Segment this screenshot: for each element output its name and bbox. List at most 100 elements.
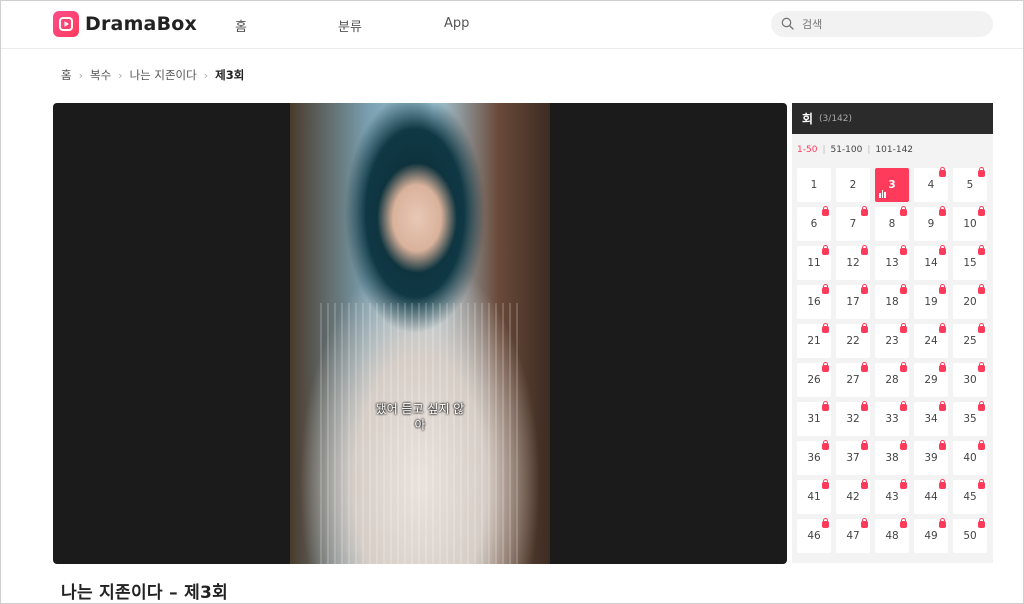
- episode-button[interactable]: 24: [914, 323, 948, 358]
- search-input[interactable]: [802, 17, 972, 31]
- episode-button[interactable]: 6: [797, 206, 831, 241]
- nav-app[interactable]: App: [444, 16, 469, 31]
- episode-number: 48: [885, 530, 899, 542]
- range-divider: |: [867, 145, 871, 155]
- breadcrumb-home[interactable]: 홈: [61, 67, 72, 83]
- lock-icon: [978, 518, 985, 528]
- episode-button[interactable]: 44: [914, 479, 948, 514]
- lock-icon: [861, 401, 868, 411]
- episode-button[interactable]: 12: [836, 245, 870, 280]
- search-box[interactable]: [771, 11, 993, 37]
- episode-number: 24: [924, 335, 938, 347]
- range-tab-1-50[interactable]: 1-50: [797, 145, 817, 155]
- episode-button[interactable]: 15: [953, 245, 987, 280]
- lock-icon: [939, 362, 946, 372]
- brand-logo[interactable]: DramaBox: [53, 11, 197, 37]
- episode-button[interactable]: 41: [797, 479, 831, 514]
- brand-name: DramaBox: [85, 13, 197, 35]
- episode-button[interactable]: 22: [836, 323, 870, 358]
- episode-button[interactable]: 29: [914, 362, 948, 397]
- episode-button[interactable]: 23: [875, 323, 909, 358]
- episode-number: 41: [807, 491, 821, 503]
- episode-button[interactable]: 10: [953, 206, 987, 241]
- range-tab-51-100[interactable]: 51-100: [830, 145, 862, 155]
- episode-button-current[interactable]: 3: [875, 168, 909, 202]
- episode-button[interactable]: 28: [875, 362, 909, 397]
- episode-button[interactable]: 11: [797, 245, 831, 280]
- episode-button[interactable]: 43: [875, 479, 909, 514]
- lock-icon: [822, 284, 829, 294]
- range-tab-101-142[interactable]: 101-142: [875, 145, 913, 155]
- lock-icon: [978, 245, 985, 255]
- episode-button[interactable]: 31: [797, 401, 831, 436]
- episode-panel-header: 회 (3/142): [792, 103, 993, 134]
- episode-button[interactable]: 17: [836, 284, 870, 319]
- episode-button[interactable]: 45: [953, 479, 987, 514]
- episode-button[interactable]: 47: [836, 518, 870, 553]
- lock-icon: [822, 362, 829, 372]
- video-frame[interactable]: 됐어 듣고 싶지 않 아: [290, 103, 550, 564]
- episode-count: (3/142): [819, 113, 853, 124]
- nav-home[interactable]: 홈: [235, 16, 247, 35]
- episode-number: 30: [963, 374, 977, 386]
- episode-button[interactable]: 48: [875, 518, 909, 553]
- episode-button[interactable]: 13: [875, 245, 909, 280]
- episode-button[interactable]: 35: [953, 401, 987, 436]
- video-player[interactable]: 됐어 듣고 싶지 않 아: [53, 103, 787, 564]
- episode-button[interactable]: 7: [836, 206, 870, 241]
- episode-number: 28: [885, 374, 899, 386]
- episode-number: 47: [846, 530, 860, 542]
- chevron-right-icon: ›: [203, 68, 209, 82]
- episode-number: 29: [924, 374, 938, 386]
- episode-number: 35: [963, 413, 977, 425]
- episode-button[interactable]: 19: [914, 284, 948, 319]
- episode-number: 43: [885, 491, 899, 503]
- episode-number: 23: [885, 335, 899, 347]
- episode-number: 38: [885, 452, 899, 464]
- search-icon[interactable]: [781, 15, 794, 34]
- lock-icon: [939, 167, 946, 177]
- episode-button[interactable]: 40: [953, 440, 987, 475]
- episode-button[interactable]: 49: [914, 518, 948, 553]
- episode-number: 46: [807, 530, 821, 542]
- episode-button[interactable]: 42: [836, 479, 870, 514]
- episode-button[interactable]: 30: [953, 362, 987, 397]
- episode-number: 11: [807, 257, 821, 269]
- episode-button[interactable]: 18: [875, 284, 909, 319]
- lock-icon: [822, 518, 829, 528]
- episode-number: 33: [885, 413, 899, 425]
- lock-icon: [900, 323, 907, 333]
- episode-button[interactable]: 27: [836, 362, 870, 397]
- episode-number: 32: [846, 413, 860, 425]
- episode-button[interactable]: 2: [836, 168, 870, 202]
- episode-button[interactable]: 34: [914, 401, 948, 436]
- episode-button[interactable]: 38: [875, 440, 909, 475]
- episode-button[interactable]: 8: [875, 206, 909, 241]
- episode-number: 39: [924, 452, 938, 464]
- episode-button[interactable]: 20: [953, 284, 987, 319]
- episode-number: 40: [963, 452, 977, 464]
- episode-button[interactable]: 36: [797, 440, 831, 475]
- episode-button[interactable]: 1: [797, 168, 831, 202]
- episode-button[interactable]: 4: [914, 167, 948, 202]
- episode-button[interactable]: 16: [797, 284, 831, 319]
- nav-category[interactable]: 분류: [338, 16, 362, 35]
- episode-button[interactable]: 26: [797, 362, 831, 397]
- lock-icon: [939, 323, 946, 333]
- episode-button[interactable]: 14: [914, 245, 948, 280]
- episode-button[interactable]: 50: [953, 518, 987, 553]
- lock-icon: [822, 206, 829, 216]
- breadcrumb-series[interactable]: 나는 지존이다: [130, 67, 197, 83]
- breadcrumb-genre[interactable]: 복수: [90, 67, 111, 83]
- episode-button[interactable]: 5: [953, 167, 987, 202]
- episode-button[interactable]: 32: [836, 401, 870, 436]
- episode-button[interactable]: 39: [914, 440, 948, 475]
- episode-button[interactable]: 21: [797, 323, 831, 358]
- episode-button[interactable]: 37: [836, 440, 870, 475]
- episode-button[interactable]: 25: [953, 323, 987, 358]
- episode-panel-title: 회: [802, 112, 814, 126]
- video-subtitle: 됐어 듣고 싶지 않 아: [290, 401, 550, 433]
- episode-button[interactable]: 9: [914, 206, 948, 241]
- episode-button[interactable]: 33: [875, 401, 909, 436]
- episode-button[interactable]: 46: [797, 518, 831, 553]
